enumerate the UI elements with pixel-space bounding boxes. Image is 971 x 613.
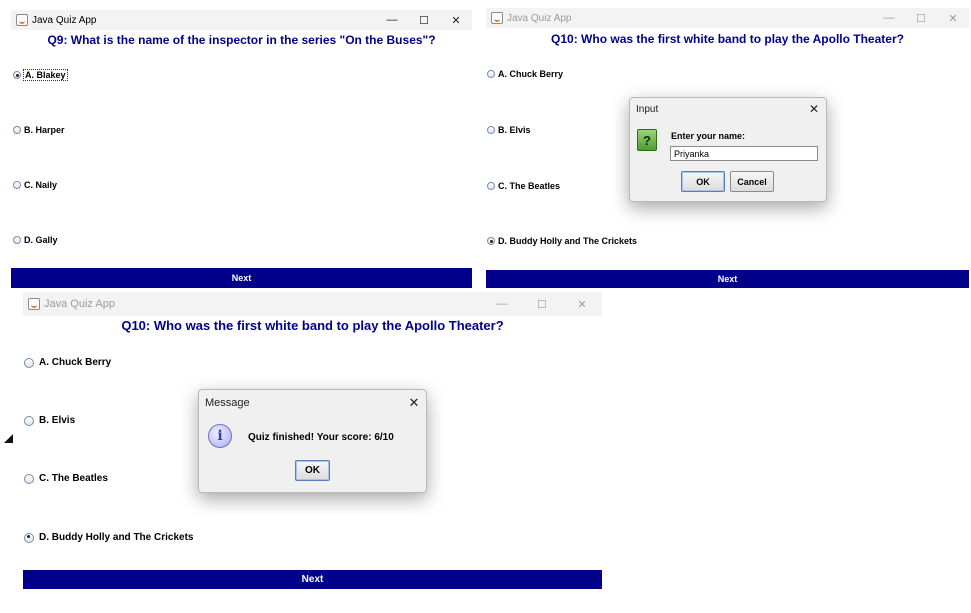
radio-button[interactable] [13,126,21,134]
java-app-icon [16,14,28,26]
radio-button-selected[interactable] [24,532,34,543]
info-icon: i [208,424,232,448]
question-text: Q9: What is the name of the inspector in… [47,33,436,47]
radio-button[interactable] [13,181,21,189]
close-icon[interactable]: ✕ [440,14,472,27]
java-app-icon [28,298,40,310]
radio-button[interactable] [13,236,21,244]
radio-button[interactable] [24,357,34,368]
minimize-icon[interactable]: — [482,298,522,310]
option-c[interactable]: C. The Beatles [487,181,560,191]
title-bar: Java Quiz App — ☐ ✕ [486,8,969,28]
option-b[interactable]: B. Elvis [487,125,531,135]
option-label: D. Gally [24,235,58,245]
radio-button[interactable] [24,415,34,426]
option-b[interactable]: B. Elvis [24,415,75,426]
option-d[interactable]: D. Buddy Holly and The Crickets [487,236,637,246]
radio-button[interactable] [487,70,495,78]
option-label: B. Elvis [39,415,76,426]
close-icon[interactable]: ✕ [937,12,969,25]
maximize-icon[interactable]: ☐ [408,14,440,27]
radio-button[interactable] [24,473,34,484]
radio-button-selected[interactable] [13,71,21,79]
radio-button[interactable] [487,126,495,134]
option-d[interactable]: D. Gally [13,235,58,245]
title-bar: Java Quiz App — ☐ ✕ [23,292,602,316]
radio-button[interactable] [487,182,495,190]
maximize-icon[interactable]: ☐ [522,298,562,311]
name-input[interactable] [670,146,818,161]
window-title: Java Quiz App [507,12,572,24]
quiz-window-q10-result: Java Quiz App — ☐ ✕ Q10: Who was the fir… [23,292,602,589]
next-button[interactable]: Next [23,570,602,589]
next-button[interactable]: Next [11,268,472,288]
dialog-title-bar: Message ✕ [199,390,426,416]
maximize-icon[interactable]: ☐ [905,12,937,25]
quiz-window-q9: Java Quiz App — ☐ ✕ Q9: What is the name… [11,10,472,288]
ok-button[interactable]: OK [295,460,330,481]
option-label: A. Chuck Berry [498,69,564,79]
question-text: Q10: Who was the first white band to pla… [121,318,504,333]
option-a[interactable]: A. Blakey [13,69,68,81]
close-icon[interactable]: ✕ [562,298,602,311]
radio-button-selected[interactable] [487,237,495,245]
cancel-button[interactable]: Cancel [730,171,774,192]
option-b[interactable]: B. Harper [13,125,65,135]
dialog-title: Message [205,397,250,409]
option-c[interactable]: C. Naily [13,180,57,190]
option-label: A. Chuck Berry [39,357,112,368]
question-icon: ? [637,129,657,151]
close-icon[interactable]: ✕ [802,102,826,116]
quiz-window-q10-input: Java Quiz App — ☐ ✕ Q10: Who was the fir… [486,8,969,288]
resize-grip-icon [4,434,13,443]
java-app-icon [491,12,503,24]
option-a[interactable]: A. Chuck Berry [24,357,111,368]
title-bar: Java Quiz App — ☐ ✕ [11,10,472,30]
minimize-icon[interactable]: — [376,14,408,26]
close-icon[interactable]: ✕ [402,395,426,411]
option-a[interactable]: A. Chuck Berry [487,69,563,79]
option-d[interactable]: D. Buddy Holly and The Crickets [24,532,193,543]
option-label: C. The Beatles [498,181,561,191]
option-c[interactable]: C. The Beatles [24,473,108,484]
option-label: B. Elvis [498,125,531,135]
next-button[interactable]: Next [486,270,969,288]
option-label: D. Buddy Holly and The Crickets [498,236,638,246]
input-dialog: Input ✕ ? Enter your name: OK Cancel [629,97,827,202]
option-label: A. Blakey [23,69,68,81]
dialog-prompt: Enter your name: [671,131,746,141]
dialog-message: Quiz finished! Your score: 6/10 [248,432,394,443]
question-text: Q10: Who was the first white band to pla… [551,32,904,46]
option-label: C. The Beatles [39,473,108,484]
message-dialog: Message ✕ i Quiz finished! Your score: 6… [198,389,427,493]
minimize-icon[interactable]: — [873,12,905,24]
dialog-title-bar: Input ✕ [630,98,826,120]
option-label: C. Naily [24,180,58,190]
ok-button[interactable]: OK [681,171,725,192]
dialog-title: Input [636,103,659,115]
window-title: Java Quiz App [44,298,115,310]
window-title: Java Quiz App [32,14,97,26]
option-label: B. Harper [24,125,65,135]
option-label: D. Buddy Holly and The Crickets [39,532,194,543]
